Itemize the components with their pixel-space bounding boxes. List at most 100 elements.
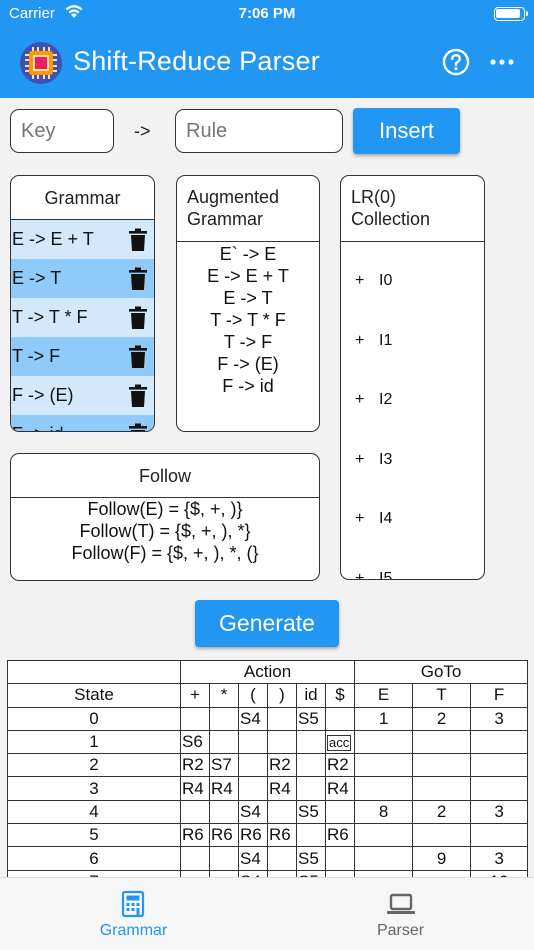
tab-parser[interactable]: Parser	[267, 878, 534, 950]
table-cell: acc	[324, 729, 356, 755]
column-header: +	[180, 683, 210, 708]
lr0-title-line: Collection	[351, 209, 431, 229]
expand-icon[interactable]: +	[355, 332, 379, 350]
table-cell	[470, 823, 528, 848]
parse-table: Action GoTo State + * ( ) id $ E T F 0 S4…	[7, 660, 528, 877]
augmented-rule: E -> E + T	[207, 266, 289, 286]
table-cell	[267, 869, 297, 877]
augmented-title-line: Grammar	[187, 209, 263, 229]
insert-button[interactable]: Insert	[353, 108, 460, 154]
table-cell	[412, 776, 472, 801]
table-cell	[324, 869, 356, 877]
key-input[interactable]	[10, 109, 114, 153]
table-cell	[324, 846, 356, 871]
grammar-rule[interactable]: T -> T * F	[11, 298, 154, 337]
table-cell: S4	[238, 799, 268, 825]
augmented-grammar-title: Augmented Grammar	[177, 176, 319, 242]
lr0-item-label: I4	[379, 510, 393, 527]
lr0-title-line: LR(0)	[351, 187, 397, 207]
augmented-rule-list: E` -> E E -> E + T E -> T T -> T * F T -…	[177, 242, 319, 397]
table-cell	[412, 869, 472, 877]
state-cell: 3	[7, 776, 181, 801]
delete-icon[interactable]	[128, 306, 148, 330]
delete-icon[interactable]	[128, 228, 148, 252]
table-cell	[354, 729, 414, 755]
expand-icon[interactable]: +	[355, 510, 379, 528]
table-cell: R4	[180, 776, 210, 801]
rule-input[interactable]	[175, 109, 343, 153]
table-cell	[180, 706, 210, 731]
follow-set: Follow(T) = {$, +, ), *}	[79, 521, 251, 541]
table-cell: S6	[180, 729, 210, 755]
table-cell: S4	[238, 869, 268, 877]
lr0-item-list[interactable]: + I0 + I1 + I2 + I3 + I4 + I5	[341, 242, 484, 580]
tab-grammar[interactable]: Grammar	[0, 878, 267, 950]
more-options-icon[interactable]	[489, 52, 515, 72]
augmented-grammar-panel: Augmented Grammar E` -> E E -> E + T E -…	[176, 175, 320, 432]
lr0-item-label: I3	[379, 450, 393, 468]
augmented-rule: F -> (E)	[217, 354, 279, 374]
follow-list: Follow(E) = {$, +, )} Follow(T) = {$, +,…	[11, 498, 319, 564]
table-cell: 2	[412, 799, 472, 825]
parse-table-container[interactable]: Action GoTo State + * ( ) id $ E T F 0 S4…	[7, 660, 528, 877]
generate-button[interactable]: Generate	[195, 600, 339, 647]
table-cell	[209, 846, 239, 871]
state-cell: 6	[7, 846, 181, 871]
column-header: $	[324, 683, 356, 708]
grammar-rule[interactable]: E -> T	[11, 259, 154, 298]
table-cell	[354, 869, 414, 877]
expand-icon[interactable]: +	[355, 570, 379, 580]
table-cell	[354, 823, 414, 848]
grammar-rule[interactable]: T -> F	[11, 337, 154, 376]
column-header: E	[354, 683, 414, 708]
grammar-rule[interactable]: E -> E + T	[11, 220, 154, 259]
grammar-rule[interactable]: F -> (E)	[11, 376, 154, 415]
table-cell	[412, 823, 472, 848]
table-cell: R6	[324, 823, 356, 848]
table-row: 6 S4 S5 9 3	[7, 846, 528, 871]
delete-icon[interactable]	[128, 267, 148, 291]
follow-set: Follow(E) = {$, +, )}	[87, 499, 243, 519]
lr0-item[interactable]: + I3	[341, 451, 484, 511]
table-cell	[267, 729, 297, 755]
lr0-item[interactable]: + I4	[341, 510, 484, 570]
grammar-list[interactable]: E -> E + T E -> T T -> T * F T -> F F ->…	[11, 220, 154, 433]
table-cell	[238, 729, 268, 755]
grammar-rule[interactable]: F -> id	[11, 415, 154, 433]
column-header: id	[296, 683, 326, 708]
column-header: )	[267, 683, 297, 708]
table-cell: S5	[296, 846, 326, 871]
state-cell: 2	[7, 753, 181, 778]
delete-icon[interactable]	[128, 423, 148, 433]
grammar-panel: Grammar E -> E + T E -> T T -> T * F T -…	[10, 175, 155, 432]
expand-icon[interactable]: +	[355, 451, 379, 469]
arrow-separator: ->	[134, 121, 151, 141]
lr0-item[interactable]: + I5	[341, 570, 484, 580]
lr0-item[interactable]: + I1	[341, 332, 484, 392]
expand-icon[interactable]: +	[355, 391, 379, 409]
help-icon[interactable]	[442, 48, 470, 76]
laptop-icon	[387, 893, 415, 914]
table-cell	[238, 776, 268, 801]
state-header: State	[7, 683, 181, 708]
table-cell	[180, 846, 210, 871]
table-cell	[296, 823, 326, 848]
table-cell: R6	[267, 823, 297, 848]
lr0-item[interactable]: + I0	[341, 272, 484, 332]
table-cell	[324, 799, 356, 825]
table-cell: S7	[209, 753, 239, 778]
expand-icon[interactable]: +	[355, 272, 379, 290]
table-cell: R2	[324, 753, 356, 778]
delete-icon[interactable]	[128, 345, 148, 369]
table-row: 0 S4 S5 1 2 3	[7, 706, 528, 731]
table-header-row: Action GoTo	[7, 660, 528, 685]
table-cell	[412, 729, 472, 755]
grammar-rule-text: T -> F	[12, 346, 61, 366]
table-row: 2 R2 S7 R2 R2	[7, 753, 528, 778]
lr0-item[interactable]: + I2	[341, 391, 484, 451]
app-logo-icon	[20, 42, 62, 84]
table-cell	[267, 846, 297, 871]
app-title: Shift-Reduce Parser	[73, 46, 320, 76]
table-body: 0 S4 S5 1 2 3 1 S6 acc 2 R2 S7 R2 R2 3 R4 R4 R4 R4 4 S4 S5 8 2 3…	[7, 706, 528, 877]
delete-icon[interactable]	[128, 384, 148, 408]
